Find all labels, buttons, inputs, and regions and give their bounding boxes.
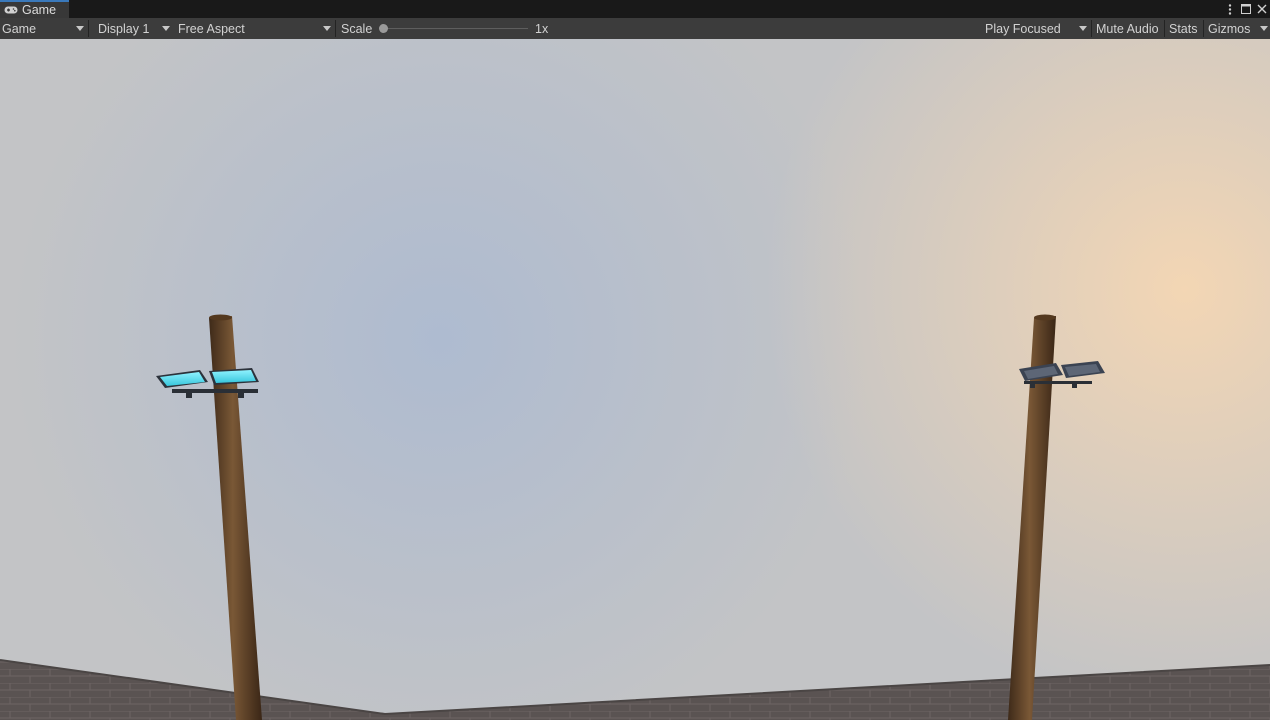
gizmos-dropdown[interactable]: Gizmos	[1208, 18, 1270, 39]
gizmos-label: Gizmos	[1208, 21, 1251, 36]
more-icon[interactable]	[1222, 1, 1238, 17]
game-view-toolbar: Game Display 1 Free Aspect Scale 1x Play…	[0, 18, 1270, 40]
scale-value: 1x	[535, 21, 549, 36]
stats-button[interactable]: Stats	[1169, 18, 1198, 39]
window-title-bar: Game	[0, 0, 1270, 19]
toolbar-divider	[1164, 20, 1165, 37]
aspect-label: Free Aspect	[178, 21, 245, 36]
tab-game[interactable]: Game	[0, 0, 69, 18]
view-mode-dropdown[interactable]: Game	[0, 18, 86, 39]
view-mode-label: Game	[2, 21, 37, 36]
chevron-down-icon	[1260, 26, 1268, 31]
chevron-down-icon	[76, 26, 84, 31]
display-dropdown[interactable]: Display 1	[94, 18, 172, 39]
mute-audio-button[interactable]: Mute Audio	[1096, 18, 1159, 39]
play-mode-label: Play Focused	[985, 21, 1061, 36]
scale-slider-track[interactable]	[383, 28, 528, 29]
scale-label: Scale	[341, 21, 373, 36]
aspect-dropdown[interactable]: Free Aspect	[174, 18, 333, 39]
chevron-down-icon	[323, 26, 331, 31]
toolbar-divider	[88, 20, 89, 37]
play-mode-dropdown[interactable]: Play Focused	[981, 18, 1089, 39]
left-lamp-light	[212, 370, 256, 383]
chevron-down-icon	[162, 26, 170, 31]
toolbar-divider	[1091, 20, 1092, 37]
close-icon[interactable]	[1254, 1, 1270, 17]
tab-label: Game	[22, 3, 57, 17]
maximize-icon[interactable]	[1238, 1, 1254, 17]
scale-slider-thumb[interactable]	[379, 24, 388, 33]
chevron-down-icon	[1079, 26, 1087, 31]
toolbar-divider	[1203, 20, 1204, 37]
game-viewport[interactable]	[0, 39, 1270, 720]
gamepad-icon	[4, 6, 18, 14]
toolbar-divider	[335, 20, 336, 37]
game-scene	[0, 39, 1270, 720]
display-label: Display 1	[98, 21, 150, 36]
